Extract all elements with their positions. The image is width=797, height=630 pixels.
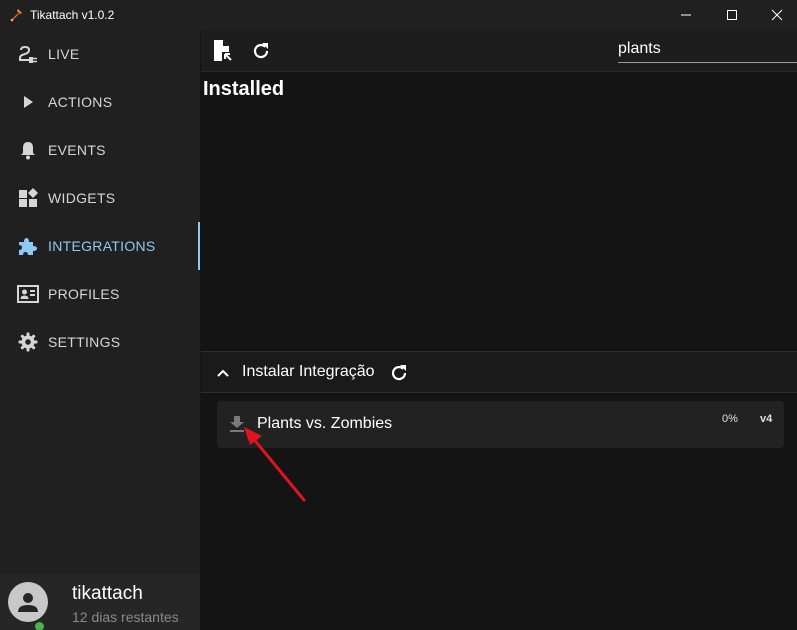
puzzle-icon [17,236,39,256]
file-import-icon [214,40,232,61]
minimize-button[interactable] [663,0,709,30]
avatar[interactable] [8,582,48,622]
sidebar-item-integrations[interactable]: INTEGRATIONS [0,222,200,270]
integration-name: Plants vs. Zombies [257,415,393,432]
minimize-icon [681,14,691,16]
fire-tool-icon [10,9,22,22]
gear-icon [17,332,39,352]
close-button[interactable] [754,0,797,30]
sidebar-item-label: INTEGRATIONS [48,238,156,254]
sidebar: LIVE ACTIONS EVENTS WIDGETS INTEGRATIONS… [0,30,200,630]
play-icon [17,92,39,112]
user-subscription-status: 12 dias restantes [72,609,179,625]
sidebar-item-label: PROFILES [48,286,120,302]
integration-item[interactable]: Plants vs. Zombies 0% v4 [217,401,784,448]
close-icon [771,9,783,21]
main-content: Installed Instalar Integração Plants vs.… [201,30,797,630]
install-integration-title: Instalar Integração [242,363,375,380]
install-integration-panel-header[interactable]: Instalar Integração [201,351,797,393]
refresh-button[interactable] [249,39,273,63]
import-file-button[interactable] [210,39,234,63]
toolbar [201,30,797,72]
sidebar-item-actions[interactable]: ACTIONS [0,78,200,126]
download-button[interactable] [227,414,247,434]
maximize-icon [727,10,737,20]
window-title: Tikattach v1.0.2 [30,8,115,22]
sidebar-item-label: ACTIONS [48,94,113,110]
sidebar-item-live[interactable]: LIVE [0,30,200,78]
sidebar-item-label: WIDGETS [48,190,116,206]
title-bar: Tikattach v1.0.2 [0,0,797,30]
sidebar-item-label: EVENTS [48,142,106,158]
widgets-icon [17,188,39,208]
refresh-integrations-button[interactable] [387,361,411,385]
active-indicator [198,222,200,270]
search-input[interactable] [618,36,797,63]
bell-icon [17,140,39,160]
online-status-badge [33,620,46,630]
plug-icon [17,44,39,64]
integration-version: v4 [760,413,773,425]
refresh-icon [391,365,407,381]
sidebar-item-widgets[interactable]: WIDGETS [0,174,200,222]
installed-section-title: Installed [203,78,285,100]
user-name: tikattach [72,583,143,604]
sidebar-item-settings[interactable]: SETTINGS [0,318,200,366]
sidebar-item-profiles[interactable]: PROFILES [0,270,200,318]
chevron-up-icon[interactable] [213,363,233,383]
user-panel[interactable]: tikattach 12 dias restantes [0,575,200,630]
profile-card-icon [17,284,39,304]
maximize-button[interactable] [709,0,755,30]
download-progress: 0% [722,413,738,425]
sidebar-item-events[interactable]: EVENTS [0,126,200,174]
download-icon [230,416,244,432]
refresh-icon [253,43,269,59]
sidebar-item-label: LIVE [48,46,80,62]
person-icon [18,593,38,612]
sidebar-item-label: SETTINGS [48,334,121,350]
